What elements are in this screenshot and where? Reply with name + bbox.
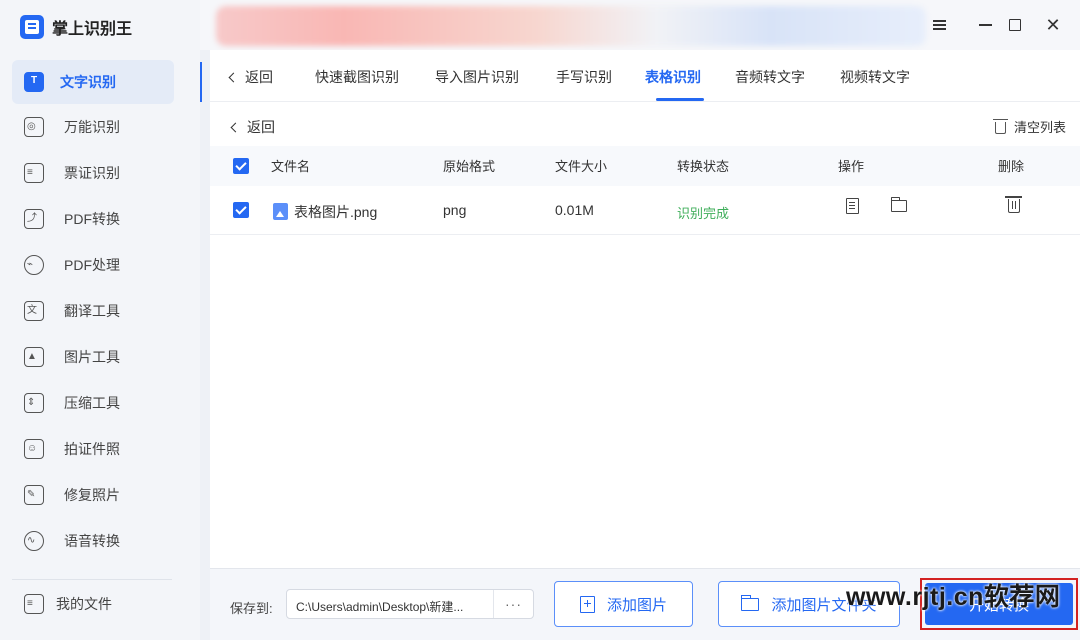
file-name: 表格图片.png [294,204,378,220]
sidebar-item-label: 压缩工具 [64,395,120,411]
column-header-format: 原始格式 [443,159,496,174]
tab-quick-screenshot[interactable]: 快速截图识别 [315,67,399,87]
text-recognition-icon [24,72,44,92]
file-format: png [443,202,467,218]
tab-video-to-text[interactable]: 视频转文字 [840,67,910,87]
sidebar-item-label: 万能识别 [64,119,120,135]
panel-accent-bar [200,62,202,102]
list-toolbar: 返回 清空列表 [210,102,1080,146]
sidebar-item-translate[interactable]: 文 翻译工具 [0,288,200,334]
close-icon[interactable]: ✕ [1042,14,1064,36]
app-logo-icon [20,15,44,39]
sidebar-item-label: 拍证件照 [64,441,120,457]
repair-photo-icon: ✎ [24,485,44,505]
sidebar-item-ticket[interactable]: ≡ 票证识别 [0,150,200,196]
column-header-size: 文件大小 [555,159,608,174]
app-title: 掌上识别王 [52,21,133,38]
sidebar-item-voice-convert[interactable]: ∿ 语音转换 [0,518,200,564]
watermark: www.rjtj.cn软荐网 [846,583,1061,611]
tab-audio-to-text[interactable]: 音频转文字 [735,67,805,87]
file-size: 0.01M [555,202,594,218]
image-tool-icon: ▲ [24,347,44,367]
sidebar-item-pdf-process[interactable]: ⌁ PDF处理 [0,242,200,288]
back-label: 返回 [247,119,275,135]
sidebar-item-text-recognition[interactable]: 文字识别 [12,60,174,104]
save-to-label: 保存到: [230,601,273,616]
image-file-icon [273,203,288,220]
sidebar-item-label: 修复照片 [64,487,120,503]
sidebar-item-id-photo[interactable]: ☺ 拍证件照 [0,426,200,472]
save-path-field[interactable]: C:\Users\admin\Desktop\新建... ··· [286,589,534,619]
blurred-banner [216,6,926,46]
sidebar-item-label: PDF转换 [64,211,120,227]
sidebar-item-image-tool[interactable]: ▲ 图片工具 [0,334,200,380]
translate-icon: 文 [24,301,44,321]
sidebar-item-label: 票证识别 [64,165,120,181]
tab-bar: 返回 快速截图识别 导入图片识别 手写识别 表格识别 音频转文字 视频转文字 [210,50,1080,102]
sidebar-item-pdf-convert[interactable]: ⤴ PDF转换 [0,196,200,242]
add-image-button[interactable]: 添加图片 [554,581,693,627]
sidebar-nav: 文字识别 ◎ 万能识别 ≡ 票证识别 ⤴ PDF转换 ⌁ PDF处理 文 翻译工… [0,60,200,564]
compress-icon: ⇕ [24,393,44,413]
minimize-icon[interactable] [974,14,996,36]
tab-import-image[interactable]: 导入图片识别 [435,67,519,87]
app-window: 掌上识别王 文字识别 ◎ 万能识别 ≡ 票证识别 ⤴ PDF转换 ⌁ PDF处理 [0,0,1080,640]
id-photo-icon: ☺ [24,439,44,459]
file-name-cell: 表格图片.png [273,202,377,222]
back-button[interactable]: 返回 [230,117,275,137]
open-folder-icon[interactable] [890,197,907,212]
tab-table-recognition[interactable]: 表格识别 [645,67,701,87]
voice-convert-icon: ∿ [24,531,44,551]
sidebar-divider [12,579,172,580]
sidebar-item-label: 翻译工具 [64,303,120,319]
sidebar-item-label: 图片工具 [64,349,120,365]
clear-list-label: 清空列表 [1013,120,1066,135]
add-image-label: 添加图片 [606,596,667,614]
brand: 掌上识别王 [20,14,132,40]
status-badge: 识别完成 [677,206,730,221]
sidebar: 掌上识别王 文字识别 ◎ 万能识别 ≡ 票证识别 ⤴ PDF转换 ⌁ PDF处理 [0,0,200,640]
open-document-icon[interactable] [846,198,859,214]
column-header-action: 操作 [838,159,865,174]
chevron-left-icon [230,122,241,133]
active-tab-indicator [656,98,704,101]
table-header: 文件名 原始格式 文件大小 转换状态 操作 删除 [210,146,1080,186]
chevron-left-icon [228,72,239,83]
save-path-text: C:\Users\admin\Desktop\新建... [296,600,464,614]
sidebar-item-repair-photo[interactable]: ✎ 修复照片 [0,472,200,518]
browse-path-button[interactable]: ··· [493,590,533,618]
table-row: 表格图片.png png 0.01M 识别完成 [210,186,1080,235]
trash-icon [992,118,1008,134]
title-bar: ✕ [200,0,1080,50]
pdf-convert-icon: ⤴ [24,209,44,229]
main-panel: 返回 快速截图识别 导入图片识别 手写识别 表格识别 音频转文字 视频转文字 返… [210,50,1080,640]
menu-icon[interactable] [928,14,950,36]
clear-list-button[interactable]: 清空列表 [992,117,1066,136]
maximize-icon[interactable] [1004,14,1026,36]
column-header-status: 转换状态 [677,159,730,174]
universal-scan-icon: ◎ [24,117,44,137]
sidebar-item-label: 语音转换 [64,533,120,549]
sidebar-item-compress[interactable]: ⇕ 压缩工具 [0,380,200,426]
sidebar-item-label: PDF处理 [64,257,120,273]
ticket-icon: ≡ [24,163,44,183]
column-header-delete: 删除 [998,159,1025,174]
my-files-icon: ≡ [24,594,44,614]
row-checkbox[interactable] [233,202,249,218]
add-file-icon [579,595,595,613]
folder-icon [741,594,760,611]
pdf-process-icon: ⌁ [24,255,44,275]
sidebar-item-label: 文字识别 [60,74,116,90]
sidebar-item-universal[interactable]: ◎ 万能识别 [0,104,200,150]
tab-handwriting[interactable]: 手写识别 [556,67,612,87]
tab-back-label: 返回 [245,69,273,85]
tab-back[interactable]: 返回 [228,67,273,87]
sidebar-item-label: 我的文件 [56,596,112,612]
column-header-name: 文件名 [271,159,311,174]
delete-icon[interactable] [1005,196,1022,213]
sidebar-item-my-files[interactable]: ≡ 我的文件 [24,594,112,614]
select-all-checkbox[interactable] [233,158,249,174]
